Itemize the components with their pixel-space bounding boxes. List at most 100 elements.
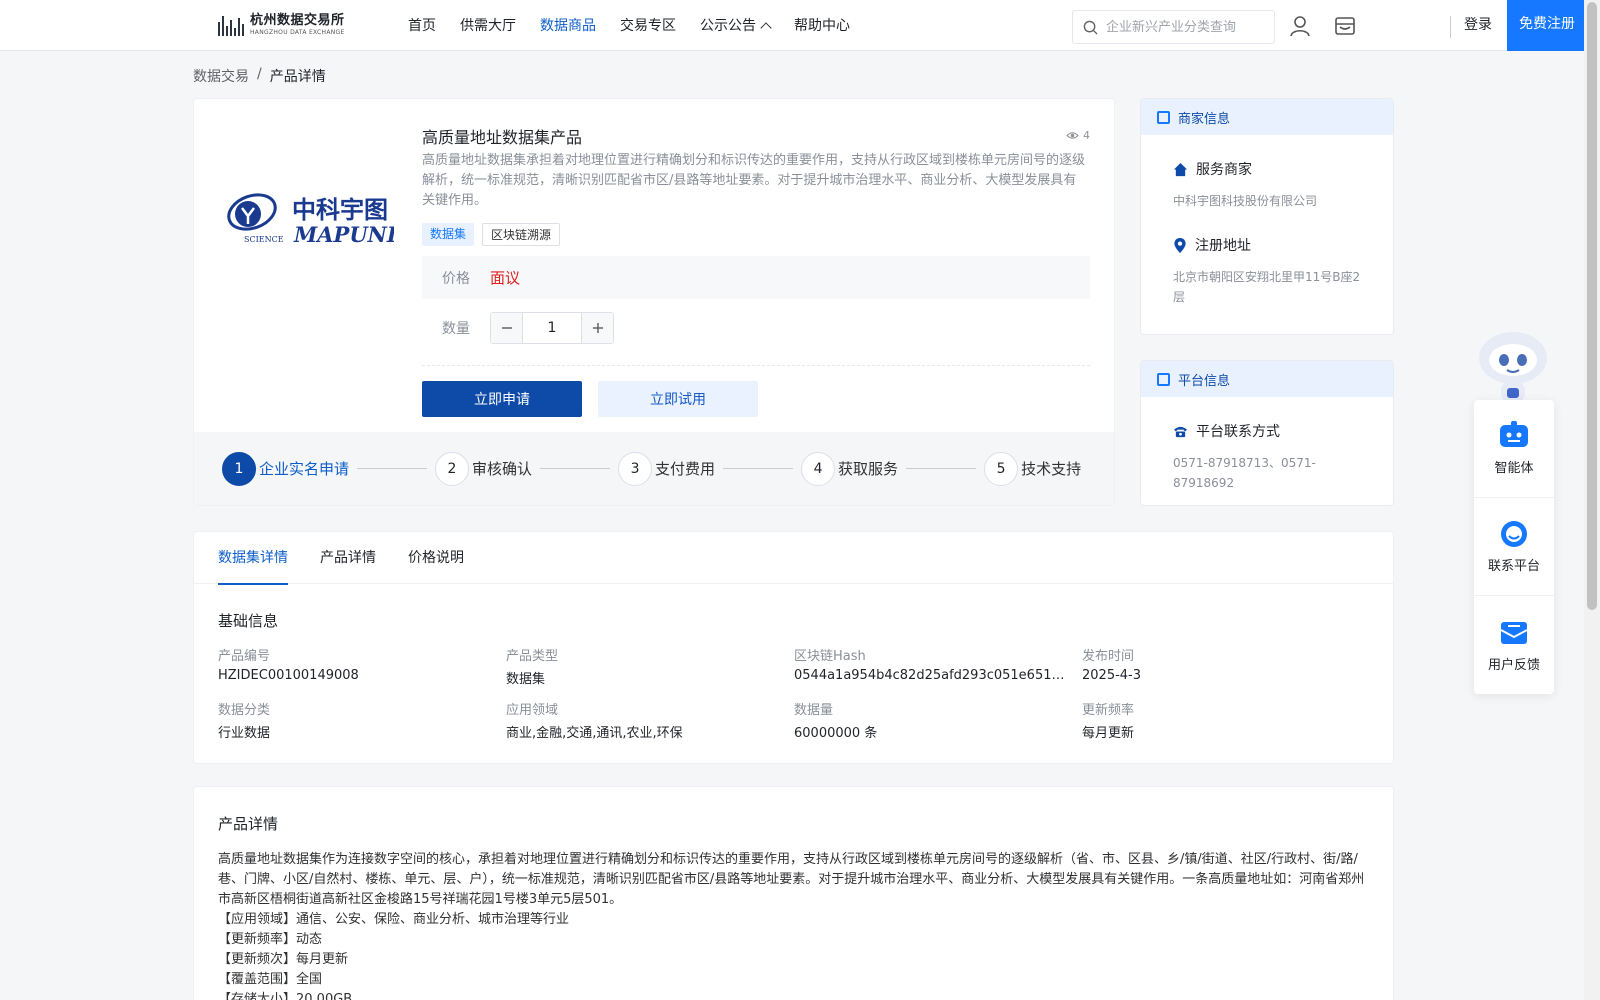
step-connector [906,468,977,469]
main-nav: 首页 供需大厅 数据商品 交易专区 公示公告 帮助中心 [396,0,862,51]
detail-line: 【存储大小】20.00GB [218,992,353,1000]
search-input[interactable] [1106,19,1266,35]
tab-price-info[interactable]: 价格说明 [408,532,464,584]
search-box [1072,10,1275,44]
vendor-logo-cn: 中科宇图 [292,195,388,224]
headset-icon [1501,521,1527,547]
float-toolbar: 智能体 联系平台 用户反馈 [1474,400,1554,694]
float-feedback-label: 用户反馈 [1487,657,1540,673]
service-merchant-value: 中科宇图科技股份有限公司 [1173,194,1318,208]
platform-info-card: 平台信息 平台联系方式 0571-87918713、0571-87918692 [1140,360,1394,506]
vendor-logo-en: MAPUNI [293,222,394,247]
field-update-frequency: 更新频率 每月更新 [1082,703,1135,741]
trial-button[interactable]: 立即试用 [598,381,758,417]
logo-subtitle: HANGZHOU DATA EXCHANGE [250,29,345,36]
mail-feedback-icon [1500,621,1528,644]
field-product-id: 产品编号 HZIDEC00100149008 [218,649,359,683]
site-logo[interactable]: 杭州数据交易所 HANGZHOU DATA EXCHANGE [218,11,345,39]
minus-button[interactable] [491,313,522,343]
step-4-label: 获取服务 [838,460,899,478]
robot-mascot-icon[interactable] [1474,326,1552,404]
price-box: 价格 面议 [422,256,1090,299]
page-scrollbar[interactable] [1584,0,1600,1000]
product-card: 中科宇图 MAPUNI SCIENCE 高质量地址数据集产品 4 高质量地址数据… [193,98,1115,506]
float-contact[interactable]: 联系平台 [1474,498,1554,596]
breadcrumb-current: 产品详情 [269,69,326,85]
step-4-number: 4 [801,451,836,486]
nav-home[interactable]: 首页 [396,0,448,51]
plus-icon [592,323,603,333]
field-publish-date: 发布时间 2025-4-3 [1082,649,1142,683]
quantity-label: 数量 [442,321,470,337]
merchant-info-header: 商家信息 [1141,99,1393,135]
detail-line: 【更新频率】动态 [218,932,323,947]
product-detail-card: 产品详情 高质量地址数据集作为连接数字空间的核心，承担着对地理位置进行精确划分和… [193,786,1394,1000]
tab-dataset-detail[interactable]: 数据集详情 [218,532,288,585]
user-icon[interactable] [1289,15,1311,37]
platform-info-icon [1157,372,1170,386]
platform-contact-label: 平台联系方式 [1196,424,1280,440]
product-tags: 数据集 区块链溯源 [422,223,561,246]
merchant-info-card: 商家信息 服务商家 中科宇图科技股份有限公司 注册地址 北京市朝阳区安翔北里甲1… [1140,98,1394,335]
basic-info-grid: 产品编号 HZIDEC00100149008 产品类型 数据集 区块链Hash 054… [218,645,1393,741]
float-feedback[interactable]: 用户反馈 [1474,596,1554,694]
nav-supply-demand[interactable]: 供需大厅 [448,0,528,51]
top-header: 杭州数据交易所 HANGZHOU DATA EXCHANGE 首页 供需大厅 数… [0,0,1587,51]
chatbot-icon [1500,421,1528,447]
plus-button[interactable] [582,313,613,343]
service-merchant-label: 服务商家 [1196,162,1252,178]
step-5-number: 5 [984,451,1019,486]
detail-line: 【更新频次】每月更新 [218,952,349,967]
quantity-row: 数量 1 [442,312,614,344]
quantity-value[interactable]: 1 [522,313,582,343]
platform-info-header: 平台信息 [1141,361,1393,397]
step-1-label: 企业实名申请 [259,460,350,478]
product-description: 高质量地址数据集承担着对地理位置进行精确划分和标识传达的重要作用，支持从行政区域… [422,153,1086,208]
tab-product-detail[interactable]: 产品详情 [320,532,376,584]
logo-mark-icon [218,14,244,36]
merchant-info-icon [1157,110,1170,124]
nav-help[interactable]: 帮助中心 [782,0,862,51]
vendor-logo: 中科宇图 MAPUNI SCIENCE [227,193,394,247]
vendor-logo-small: SCIENCE [244,235,284,244]
platform-contact-value: 0571-87918713、0571-87918692 [1173,456,1316,490]
price-value: 面议 [490,269,521,287]
tag-blockchain: 区块链溯源 [482,223,561,246]
dashed-divider [422,365,1090,366]
address-label: 注册地址 [1195,238,1251,254]
step-5-label: 技术支持 [1021,460,1082,478]
login-link[interactable]: 登录 [1464,0,1492,51]
step-2-number: 2 [435,451,470,486]
nav-data-products[interactable]: 数据商品 [528,0,608,51]
step-3-number: 3 [618,451,653,486]
step-connector [540,468,611,469]
apply-button[interactable]: 立即申请 [422,381,582,417]
breadcrumb: 数据交易 / 产品详情 [193,66,326,86]
field-product-type: 产品类型 数据集 [506,649,559,687]
basic-info-title: 基础信息 [218,612,279,630]
logo-title: 杭州数据交易所 [250,13,345,28]
home-icon [1173,162,1188,176]
step-connector [357,468,428,469]
merchant-info-title: 商家信息 [1178,111,1231,127]
address-title: 注册地址 [1173,235,1361,255]
minus-icon [501,327,512,329]
step-2: 2 审核确认 [435,451,533,486]
field-data-category: 数据分类 行业数据 [218,703,271,741]
store-icon[interactable] [1334,15,1356,37]
location-pin-icon [1174,237,1186,253]
tag-dataset: 数据集 [422,223,475,246]
header-divider [1450,16,1451,38]
price-label: 价格 [442,270,470,287]
nav-trade-zone[interactable]: 交易专区 [608,0,688,51]
float-agent[interactable]: 智能体 [1474,400,1554,498]
register-button[interactable]: 免费注册 [1507,0,1587,51]
step-4: 4 获取服务 [801,451,899,486]
nav-announcements[interactable]: 公示公告 [688,0,782,51]
step-2-label: 审核确认 [472,460,533,478]
nav-announcements-label: 公示公告 [700,17,756,34]
dataset-info-card: 数据集详情 产品详情 价格说明 基础信息 产品编号 HZIDEC001001490… [193,531,1394,764]
eye-icon [1066,132,1079,139]
breadcrumb-root[interactable]: 数据交易 [193,66,249,86]
scrollbar-thumb[interactable] [1587,2,1597,610]
